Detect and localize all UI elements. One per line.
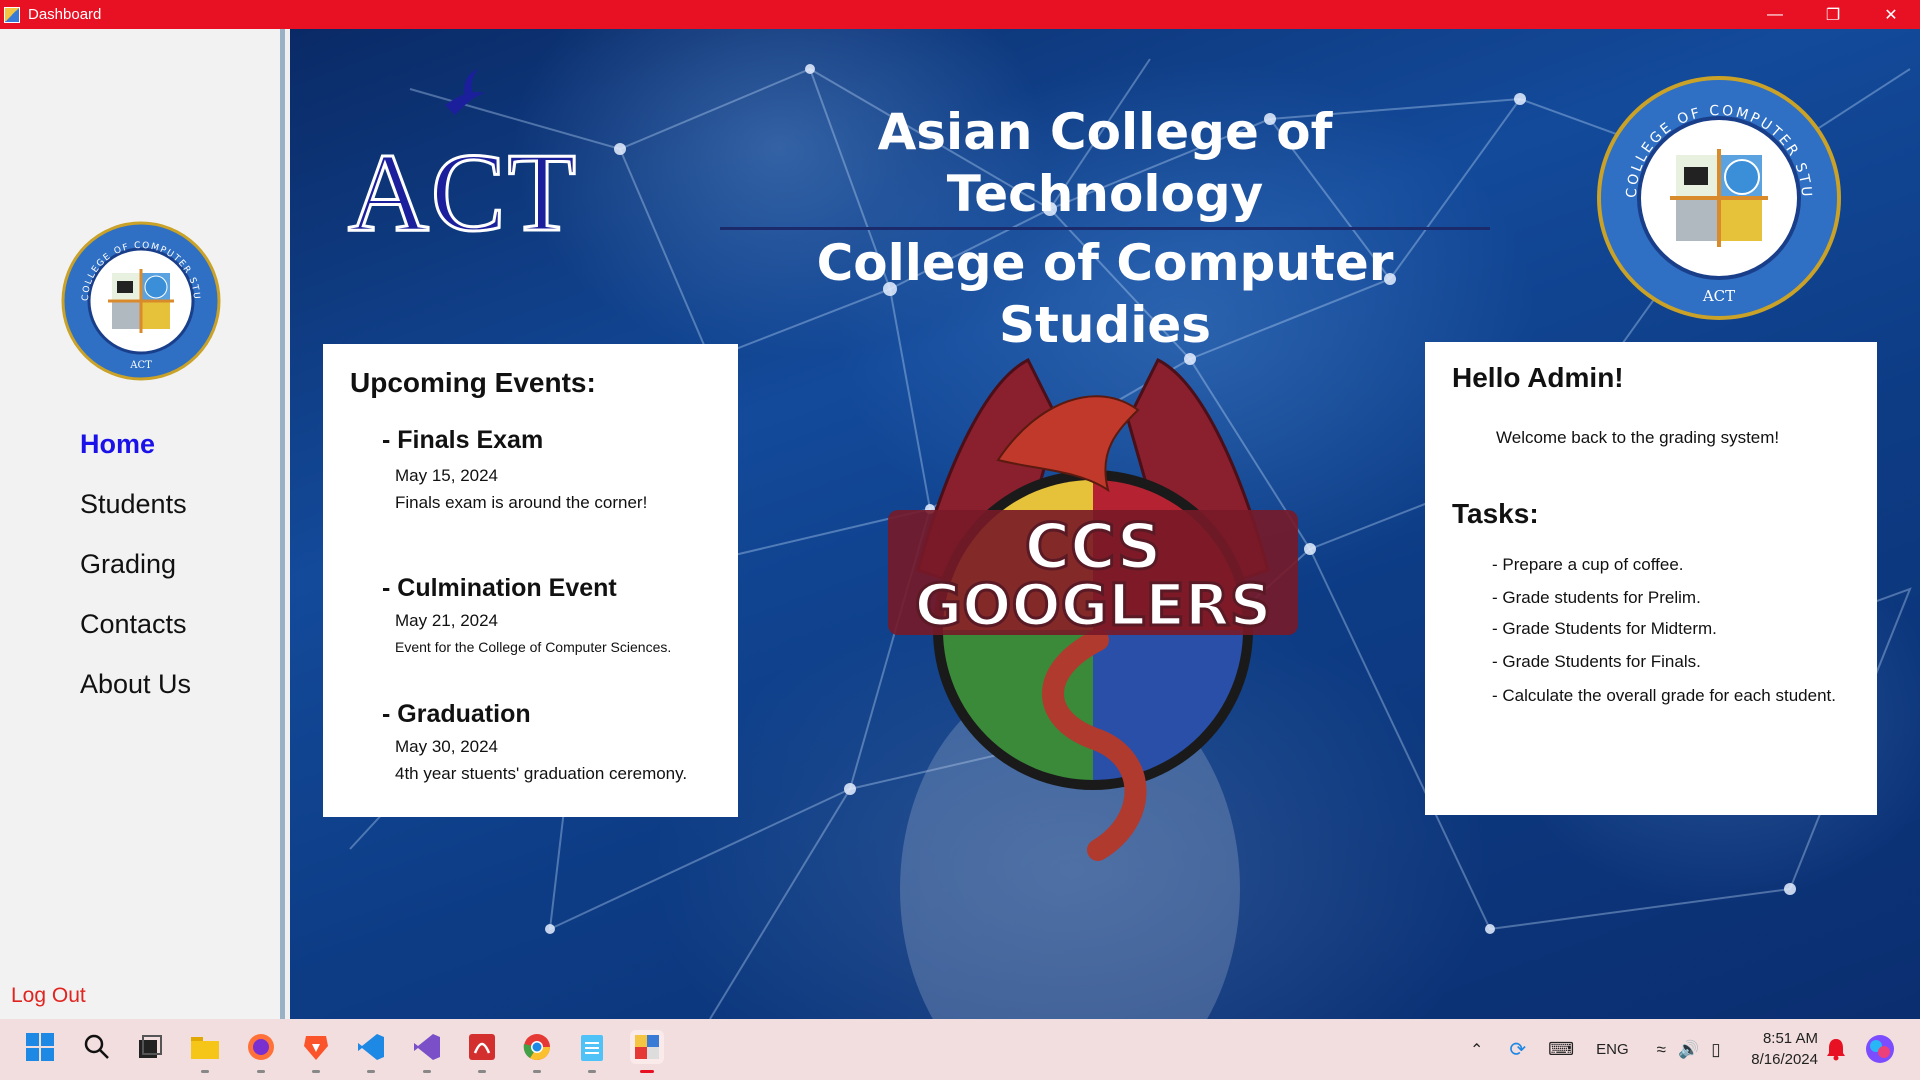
clock-date: 8/16/2024 — [1751, 1051, 1818, 1068]
dashboard-main: ACT Asian College of Technology College … — [290, 29, 1920, 1019]
event-date: May 30, 2024 — [395, 737, 499, 756]
task-view-icon[interactable] — [133, 1030, 167, 1064]
pdf-app-icon[interactable] — [465, 1030, 499, 1073]
events-heading: Upcoming Events: — [350, 367, 596, 398]
welcome-message: Welcome back to the grading system! — [1496, 428, 1780, 447]
dashboard-app-icon[interactable] — [630, 1030, 664, 1073]
act-logo-text: ACT — [347, 130, 578, 257]
language-indicator[interactable]: ENG — [1596, 1041, 1629, 1058]
nav-menu: Home Students Grading Contacts About Us — [80, 414, 191, 714]
task-item: - Grade Students for Midterm. — [1492, 619, 1717, 638]
window-title: Dashboard — [28, 6, 102, 23]
taskbar: ⌃ ⟳ ⌨ ENG ≈ 🔊 ▯ 8:51 AM 8/16/2024 — [0, 1019, 1920, 1080]
search-icon[interactable] — [80, 1030, 114, 1064]
task-item: - Grade students for Prelim. — [1492, 588, 1701, 607]
event-description: 4th year stuents' graduation ceremony. — [395, 764, 688, 783]
task-item: - Grade Students for Finals. — [1492, 652, 1701, 671]
header-title-line2: College of Computer Studies — [816, 234, 1394, 354]
nav-item-contacts[interactable]: Contacts — [80, 594, 191, 654]
nav-item-students[interactable]: Students — [80, 474, 191, 534]
act-bird-icon — [445, 69, 485, 115]
vscode-icon[interactable] — [354, 1030, 388, 1073]
keyboard-icon[interactable]: ⌨ — [1548, 1039, 1574, 1060]
header-title-line1: Asian College of Technology — [720, 101, 1490, 230]
greeting-heading: Hello Admin! — [1452, 362, 1624, 393]
sidebar: COLLEGE OF COMPUTER STUDIES ACT Home Stu… — [0, 29, 285, 1019]
volume-icon[interactable]: 🔊 — [1678, 1040, 1699, 1060]
restore-icon[interactable]: ❐ — [1804, 0, 1862, 29]
battery-icon[interactable]: ▯ — [1711, 1040, 1720, 1060]
visual-studio-icon[interactable] — [410, 1030, 444, 1073]
upcoming-events-card: Upcoming Events: - Finals Exam May 15, 2… — [323, 344, 738, 817]
minimize-icon[interactable]: — — [1746, 0, 1804, 29]
event-description: Finals exam is around the corner! — [395, 493, 648, 512]
task-item: - Calculate the overall grade for each s… — [1492, 686, 1836, 705]
clock-time: 8:51 AM — [1762, 1030, 1818, 1047]
system-tray: ⌃ ⟳ ⌨ ENG ≈ 🔊 ▯ — [1470, 1019, 1721, 1080]
tasks-heading: Tasks: — [1452, 498, 1539, 529]
brave-icon[interactable] — [299, 1030, 333, 1073]
copilot-icon[interactable] — [1864, 1033, 1896, 1065]
emblem-line2: GOOGLERS — [915, 571, 1272, 639]
chrome-icon[interactable] — [520, 1030, 554, 1073]
start-icon[interactable] — [23, 1030, 57, 1064]
notepad-icon[interactable] — [575, 1030, 609, 1073]
notification-bell-icon[interactable] — [1825, 1037, 1847, 1061]
ccs-seal-logo-large: COLLEGE OF COMPUTER STUDIES ACT — [1594, 73, 1841, 320]
firefox-icon[interactable] — [244, 1030, 278, 1073]
title-bar: Dashboard — ❐ ✕ — [0, 0, 1920, 29]
nav-item-grading[interactable]: Grading — [80, 534, 191, 594]
seal-large-bottom-text: ACT — [1702, 287, 1735, 305]
close-icon[interactable]: ✕ — [1862, 0, 1920, 29]
sync-icon[interactable]: ⟳ — [1509, 1037, 1526, 1062]
event-date: May 21, 2024 — [395, 611, 499, 630]
file-explorer-icon[interactable] — [188, 1030, 222, 1073]
nav-item-about-us[interactable]: About Us — [80, 654, 191, 714]
chevron-up-icon[interactable]: ⌃ — [1470, 1040, 1483, 1060]
event-title: - Culmination Event — [382, 574, 617, 602]
ccs-seal-logo: COLLEGE OF COMPUTER STUDIES ACT — [60, 221, 221, 381]
event-date: May 15, 2024 — [395, 466, 499, 485]
clock[interactable]: 8:51 AM 8/16/2024 — [1751, 1028, 1818, 1070]
window-controls: — ❐ ✕ — [1746, 0, 1920, 29]
logout-link[interactable]: Log Out — [11, 984, 86, 1008]
header-title: Asian College of Technology College of C… — [720, 101, 1490, 356]
event-title: - Finals Exam — [382, 426, 544, 454]
event-description: Event for the College of Computer Scienc… — [395, 639, 672, 655]
seal-bottom-text: ACT — [129, 360, 152, 371]
ccs-googlers-emblem: CCS GOOGLERS — [888, 357, 1298, 861]
task-item: - Prepare a cup of coffee. — [1492, 555, 1684, 574]
event-title: - Graduation — [382, 700, 531, 728]
wifi-icon[interactable]: ≈ — [1657, 1040, 1666, 1060]
app-icon — [4, 6, 20, 23]
welcome-card: Hello Admin! Welcome back to the grading… — [1425, 342, 1877, 815]
nav-item-home[interactable]: Home — [80, 414, 191, 474]
